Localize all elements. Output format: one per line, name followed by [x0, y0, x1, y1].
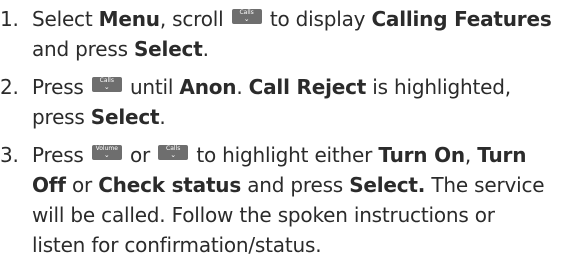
bold-text: Menu — [98, 7, 160, 31]
step-number: 1. — [0, 7, 19, 31]
step-2: 2. Press Calls ⌄ until Anon. Call Reject … — [0, 72, 575, 132]
step-line: and press Select. — [32, 34, 575, 64]
step-number: 2. — [0, 75, 19, 99]
text-run: press — [32, 105, 91, 129]
text-run: . — [159, 105, 166, 129]
chevron-down-icon: ⌄ — [103, 83, 110, 91]
bold-text: Anon — [179, 75, 237, 99]
text-run: Press — [32, 75, 90, 99]
text-run: or — [123, 143, 157, 167]
text-run: Select — [32, 7, 99, 31]
step-line: will be called. Follow the spoken instru… — [32, 200, 575, 230]
text-run: , — [464, 143, 478, 167]
text-run: is highlighted, — [366, 75, 511, 99]
text-run: and press — [241, 173, 350, 197]
calls-key-icon: Calls ⌄ — [91, 77, 122, 92]
chevron-down-icon: ⌄ — [103, 151, 110, 159]
bold-text: Check status — [98, 173, 242, 197]
step-1: 1. Select Menu, scroll Calls ⌄ to display… — [0, 4, 575, 64]
step-line: Press Volume ⌄ or Calls ⌄ to highlight eit… — [32, 140, 575, 170]
bold-text: Select — [349, 173, 418, 197]
text-run: , scroll — [159, 7, 230, 31]
text-run: or — [65, 173, 99, 197]
bold-text: Turn — [477, 143, 527, 167]
calls-key-icon: Calls ⌄ — [231, 9, 262, 24]
step-line: Select Menu, scroll Calls ⌄ to display Ca… — [32, 4, 575, 34]
text-run: . — [236, 75, 249, 99]
calls-key-icon: Calls ⌄ — [158, 145, 189, 160]
text-run: to display — [263, 7, 372, 31]
step-line: Off or Check status and press Select. Th… — [32, 170, 575, 200]
chevron-down-icon: ⌄ — [243, 15, 250, 23]
text-run: listen for confirmation/status. — [32, 233, 322, 257]
bold-text: Call Reject — [248, 75, 367, 99]
bold-text: Calling Features — [371, 7, 552, 31]
text-run: will be called. Follow the spoken instru… — [32, 203, 495, 227]
bold-text: Select — [133, 37, 203, 61]
step-number: 3. — [0, 143, 19, 167]
bold-text: Off — [32, 173, 66, 197]
step-text: Press Volume ⌄ or Calls ⌄ to highlight eit… — [32, 140, 575, 260]
volume-key-icon: Volume ⌄ — [91, 145, 122, 160]
bold-text: Turn On — [378, 143, 465, 167]
text-run: and press — [32, 37, 134, 61]
bold-text: Select — [90, 105, 160, 129]
chevron-down-icon: ⌄ — [170, 151, 177, 159]
step-text: Press Calls ⌄ until Anon. Call Reject is … — [32, 72, 575, 132]
step-line: listen for confirmation/status. — [32, 230, 575, 260]
text-run: to highlight either — [190, 143, 379, 167]
step-text: Select Menu, scroll Calls ⌄ to display Ca… — [32, 4, 575, 64]
text-run: until — [123, 75, 180, 99]
step-line: Press Calls ⌄ until Anon. Call Reject is … — [32, 72, 575, 102]
step-3: 3. Press Volume ⌄ or Calls ⌄ to highlight … — [0, 140, 575, 260]
step-line: press Select. — [32, 102, 575, 132]
text-run: . — [202, 37, 209, 61]
text-run: The service — [425, 173, 545, 197]
text-run: Press — [32, 143, 90, 167]
instruction-document: 1. Select Menu, scroll Calls ⌄ to display… — [0, 0, 581, 276]
